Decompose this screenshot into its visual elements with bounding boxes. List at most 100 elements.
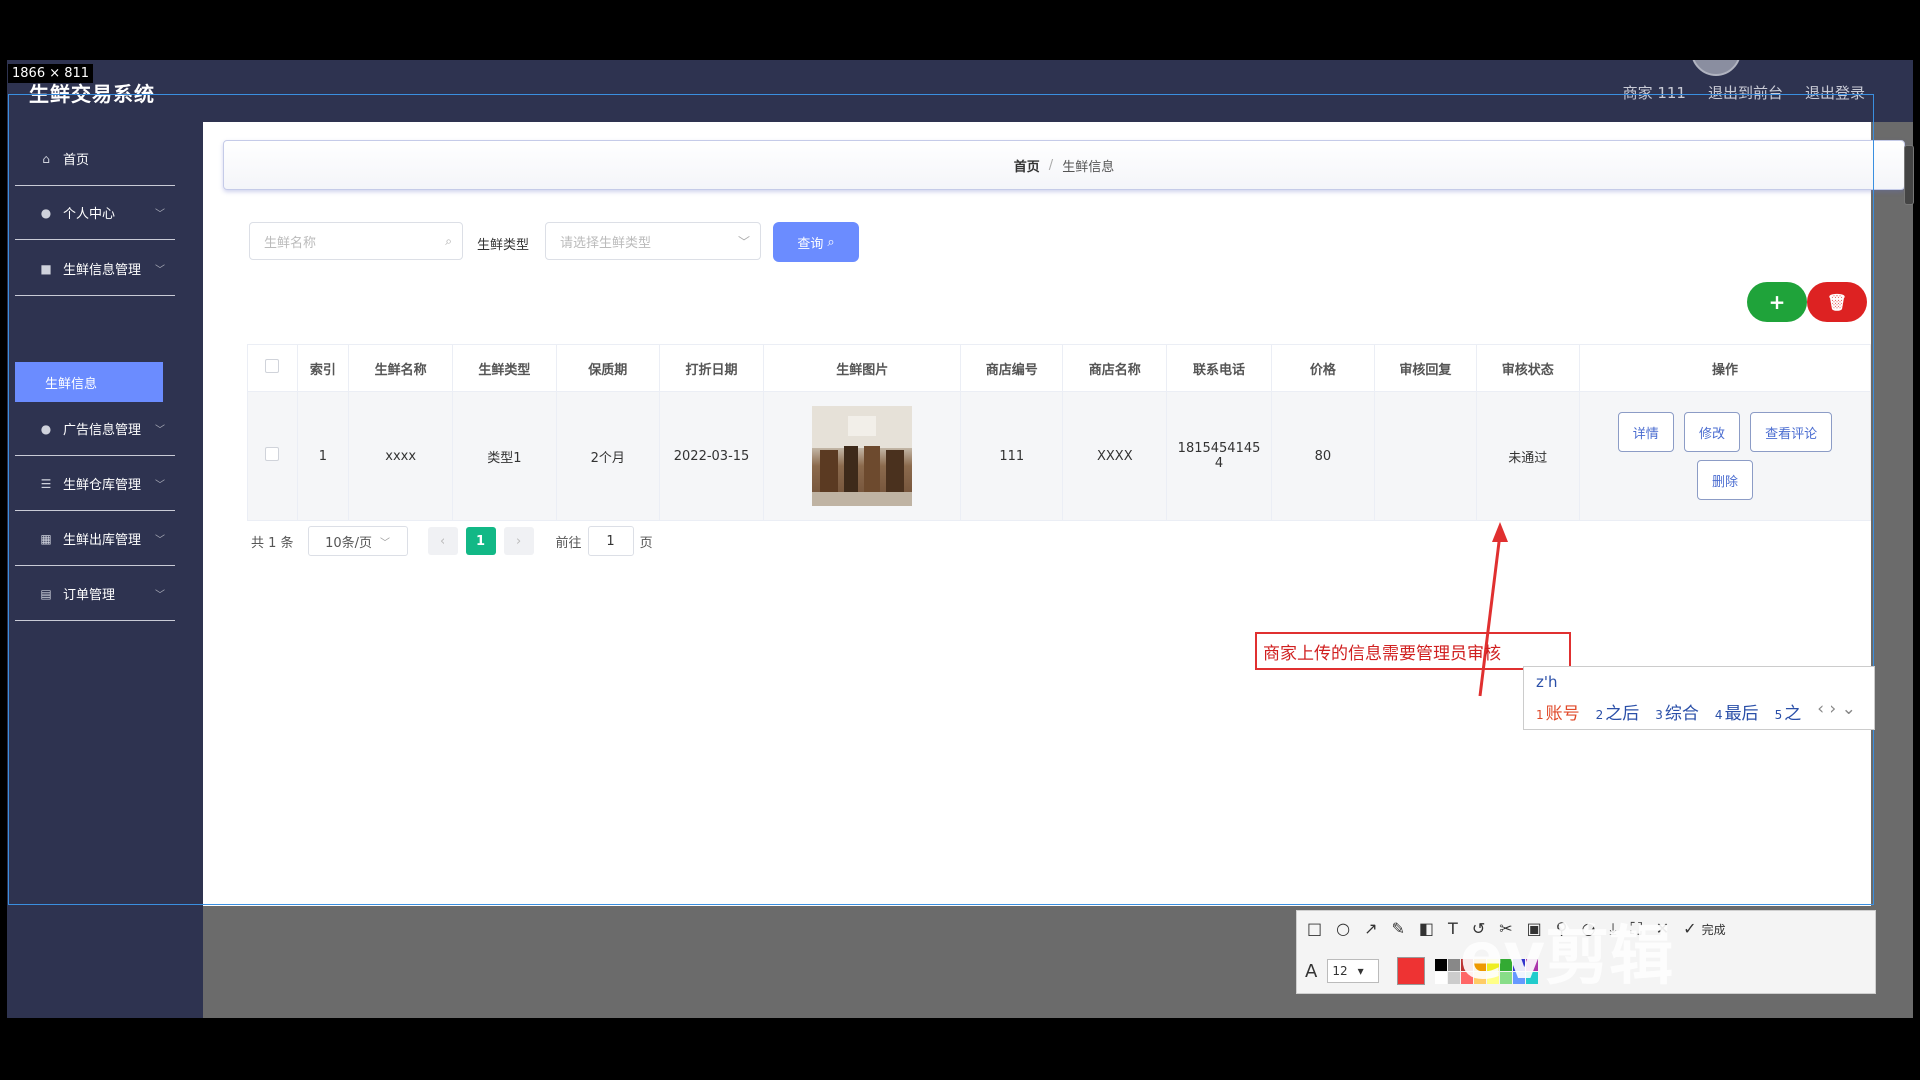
cell-shelf-life: 2个月 — [555, 391, 660, 521]
sidebar: ⌂ 首页 ● 个人中心 ﹀ ■ 生鲜信息管理 ﹀ 生鲜信息 ● 广告信息管理 ﹀… — [7, 122, 203, 1018]
page-suffix: 页 — [639, 535, 653, 551]
cell-phone: 1815454145 4 — [1166, 391, 1272, 521]
text-tool-icon[interactable]: T — [1448, 919, 1458, 939]
sidebar-item-label: 生鲜仓库管理 — [63, 478, 142, 493]
sidebar-item-outbound[interactable]: ▦ 生鲜出库管理 ﹀ — [15, 512, 175, 566]
sidebar-item-personal[interactable]: ● 个人中心 ﹀ — [15, 186, 175, 240]
breadcrumb-home[interactable]: 首页 — [1014, 156, 1040, 175]
search-button-label: 查询 — [797, 236, 824, 252]
sidebar-item-ads[interactable]: ● 广告信息管理 ﹀ — [15, 402, 175, 456]
data-table: 索引 生鲜名称 生鲜类型 保质期 打折日期 生鲜图片 商店编号 商店名称 联系电… — [247, 344, 1872, 521]
search-button[interactable]: 查询 ⌕ — [773, 222, 859, 262]
mosaic-tool-icon[interactable]: ◧ — [1419, 919, 1434, 939]
page-number-current[interactable]: 1 — [465, 527, 496, 555]
user-icon: ● — [40, 421, 52, 436]
type-label: 生鲜类型 — [477, 238, 530, 253]
sidebar-item-label: 订单管理 — [63, 588, 116, 603]
plus-icon: + — [1768, 290, 1786, 314]
grid-icon: ▦ — [40, 531, 52, 546]
breadcrumb: 首页 / 生鲜信息 — [223, 140, 1905, 190]
product-image[interactable] — [812, 406, 913, 506]
sidebar-item-label: 广告信息管理 — [63, 423, 142, 438]
logout-link[interactable]: 退出登录 — [1805, 82, 1865, 103]
breadcrumb-separator: / — [1048, 157, 1054, 173]
trash-icon: 🗑 — [1826, 292, 1848, 312]
sidebar-item-label: 首页 — [63, 153, 90, 168]
cell-shop-no: 111 — [960, 391, 1064, 521]
add-button[interactable]: + — [1747, 282, 1807, 322]
column-header: 审核状态 — [1475, 344, 1580, 392]
annotation-textbox[interactable]: 商家上传的信息需要管理员审核 — [1255, 632, 1571, 670]
chevron-down-icon: ﹀ — [380, 537, 391, 549]
goto-page-input[interactable]: 1 — [587, 526, 634, 556]
detail-button[interactable]: 详情 — [1617, 412, 1674, 452]
rectangle-tool-icon[interactable]: □ — [1307, 919, 1322, 939]
list-icon: ☰ — [40, 476, 52, 491]
ime-candidate[interactable]: 2 之后 — [1596, 699, 1640, 724]
select-all-checkbox[interactable] — [265, 359, 280, 373]
column-header: 价格 — [1270, 344, 1376, 392]
prev-page-button[interactable]: ‹ — [427, 527, 458, 555]
doc-icon: ▤ — [40, 586, 52, 601]
sidebar-item-orders[interactable]: ▤ 订单管理 ﹀ — [15, 567, 175, 621]
batch-delete-button[interactable]: 🗑 — [1807, 282, 1867, 322]
ime-candidate[interactable]: 5之 — [1775, 699, 1802, 724]
ellipse-tool-icon[interactable]: ○ — [1336, 919, 1350, 939]
breadcrumb-current: 生鲜信息 — [1062, 159, 1115, 175]
next-page-button[interactable]: › — [503, 527, 534, 555]
phone-line: 4 — [1214, 456, 1224, 471]
font-size-select[interactable]: 12 ▾ — [1327, 959, 1380, 983]
sidebar-item-fresh-info[interactable]: ■ 生鲜信息管理 ﹀ — [15, 242, 175, 296]
avatar[interactable] — [1691, 60, 1741, 76]
cell-actions: 详情 修改 查看评论 删除 — [1578, 391, 1872, 521]
merchant-name-link[interactable]: 商家 111 — [1623, 82, 1686, 103]
ime-page-arrows[interactable]: ‹ › ⌄ — [1817, 699, 1856, 724]
back-to-front-link[interactable]: 退出到前台 — [1708, 82, 1783, 103]
column-header: 商店编号 — [960, 344, 1064, 392]
column-header: 操作 — [1578, 344, 1872, 392]
search-input[interactable]: 生鲜名称 ⌕ — [249, 222, 463, 260]
home-icon: ⌂ — [42, 151, 50, 166]
ime-candidate[interactable]: 4 最后 — [1715, 699, 1759, 724]
search-icon: ⌕ — [827, 234, 835, 250]
pen-tool-icon[interactable]: ✎ — [1392, 919, 1405, 939]
row-checkbox[interactable] — [265, 447, 280, 461]
cell-name: xxxx — [348, 391, 454, 521]
ime-candidate[interactable]: 3 综合 — [1655, 699, 1699, 724]
user-icon: ● — [40, 205, 52, 220]
cell-image — [763, 391, 962, 521]
cell-price: 80 — [1270, 391, 1376, 521]
chevron-down-icon: ﹀ — [155, 480, 165, 491]
arrow-tool-icon[interactable]: ↗ — [1364, 919, 1377, 939]
column-header: 生鲜类型 — [452, 344, 557, 392]
column-header: 生鲜名称 — [348, 344, 454, 392]
done-button[interactable]: ✓ 完成 — [1683, 919, 1726, 939]
sidebar-item-home[interactable]: ⌂ 首页 — [15, 132, 175, 186]
chevron-down-icon: ﹀ — [155, 535, 165, 546]
ime-candidate[interactable]: 1 账号 — [1536, 699, 1580, 724]
main-content: 首页 / 生鲜信息 生鲜名称 ⌕ 生鲜类型 请选择生鲜类型 ﹀ 查询 ⌕ + 🗑 — [203, 122, 1905, 906]
scrollbar[interactable] — [1904, 145, 1914, 205]
total-count: 共 1 条 — [251, 535, 294, 551]
sidebar-item-warehouse[interactable]: ☰ 生鲜仓库管理 ﹀ — [15, 457, 175, 511]
search-input-placeholder: 生鲜名称 — [264, 235, 317, 251]
edit-button[interactable]: 修改 — [1683, 412, 1740, 452]
capture-size-label: 1866 × 811 — [8, 64, 94, 83]
type-select[interactable]: 请选择生鲜类型 ﹀ — [545, 222, 761, 260]
column-header: 商店名称 — [1062, 344, 1168, 392]
table-header-row: 索引 生鲜名称 生鲜类型 保质期 打折日期 生鲜图片 商店编号 商店名称 联系电… — [247, 344, 1872, 392]
column-header: 生鲜图片 — [763, 344, 962, 392]
box-icon: ■ — [40, 261, 52, 276]
delete-button[interactable]: 删除 — [1696, 460, 1753, 500]
view-comments-button[interactable]: 查看评论 — [1750, 412, 1833, 452]
cell-status: 未通过 — [1475, 391, 1580, 521]
ime-composition: z'h — [1536, 673, 1558, 691]
sidebar-subitem-fresh-info[interactable]: 生鲜信息 — [15, 362, 163, 402]
chevron-down-icon: ﹀ — [155, 425, 165, 436]
cell-index: 1 — [296, 391, 350, 521]
page-size-select[interactable]: 10条/页 ﹀ — [307, 526, 408, 556]
watermark: ev剪辑 — [1460, 920, 1674, 994]
chevron-down-icon: ﹀ — [737, 234, 750, 249]
selected-color-swatch[interactable] — [1397, 957, 1426, 985]
phone-line: 1815454145 — [1177, 441, 1261, 456]
